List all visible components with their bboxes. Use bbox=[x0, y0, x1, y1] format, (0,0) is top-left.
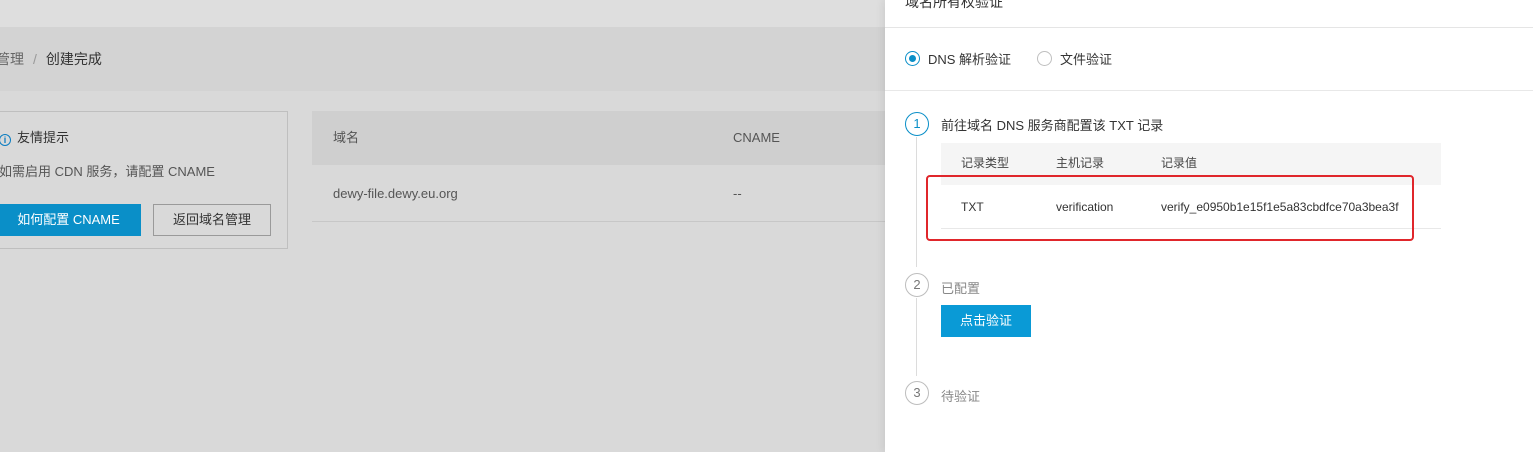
step-3-number: 3 bbox=[905, 381, 929, 405]
divider bbox=[885, 90, 1533, 91]
step-connector-line bbox=[916, 137, 917, 267]
step-2-number: 2 bbox=[905, 273, 929, 297]
domain-cell: dewy-file.dewy.eu.org bbox=[333, 186, 458, 201]
tip-title-text: 友情提示 bbox=[17, 130, 70, 145]
verify-button[interactable]: 点击验证 bbox=[941, 305, 1031, 337]
divider bbox=[885, 27, 1533, 28]
drawer-title: 域名所有权验证 bbox=[905, 0, 1003, 10]
domain-table: 域名 CNAME dewy-file.dewy.eu.org -- bbox=[312, 111, 885, 222]
tip-text: 如需启用 CDN 服务，请配置 CNAME bbox=[0, 164, 215, 179]
radio-unchecked-icon[interactable] bbox=[1036, 51, 1052, 66]
breadcrumb: 管理 / 创建完成 bbox=[0, 49, 102, 69]
info-icon: i bbox=[0, 134, 11, 146]
step-2-title: 已配置 bbox=[941, 281, 981, 296]
red-highlight-annotation bbox=[926, 175, 1414, 241]
how-to-configure-cname-button[interactable]: 如何配置 CNAME bbox=[0, 204, 141, 236]
breadcrumb-bar bbox=[0, 27, 885, 91]
tip-title: i 友情提示 bbox=[0, 127, 69, 146]
back-to-domain-management-button[interactable]: 返回域名管理 bbox=[153, 204, 271, 236]
cname-cell: -- bbox=[733, 186, 742, 201]
top-bar bbox=[0, 0, 885, 27]
radio-dns-verification[interactable]: DNS 解析验证 bbox=[905, 49, 1011, 68]
breadcrumb-item-current: 创建完成 bbox=[45, 51, 102, 67]
radio-label: 文件验证 bbox=[1059, 52, 1112, 67]
radio-file-verification[interactable]: 文件验证 bbox=[1036, 49, 1112, 68]
radio-label: DNS 解析验证 bbox=[928, 52, 1012, 67]
background-page: 管理 / 创建完成 i 友情提示 如需启用 CDN 服务，请配置 CNAME 如何配置… bbox=[0, 0, 885, 452]
step-1-number: 1 bbox=[905, 112, 929, 136]
step-connector-line bbox=[916, 298, 917, 376]
step-3-title: 待验证 bbox=[941, 389, 981, 404]
column-header-domain: 域名 bbox=[333, 130, 360, 145]
domain-verification-drawer: 域名所有权验证 DNS 解析验证 文件验证 1 前往域名 DNS 服务商配置该 … bbox=[885, 0, 1533, 452]
table-row: dewy-file.dewy.eu.org -- bbox=[312, 165, 885, 222]
column-header-cname: CNAME bbox=[733, 130, 780, 145]
verification-method-radio-group: DNS 解析验证 文件验证 bbox=[905, 49, 1134, 69]
breadcrumb-item-manage[interactable]: 管理 bbox=[0, 51, 24, 67]
breadcrumb-separator: / bbox=[33, 51, 37, 67]
domain-table-header: 域名 CNAME bbox=[312, 111, 885, 165]
step-1-title: 前往域名 DNS 服务商配置该 TXT 记录 bbox=[941, 118, 1164, 133]
radio-checked-icon[interactable] bbox=[905, 51, 920, 66]
